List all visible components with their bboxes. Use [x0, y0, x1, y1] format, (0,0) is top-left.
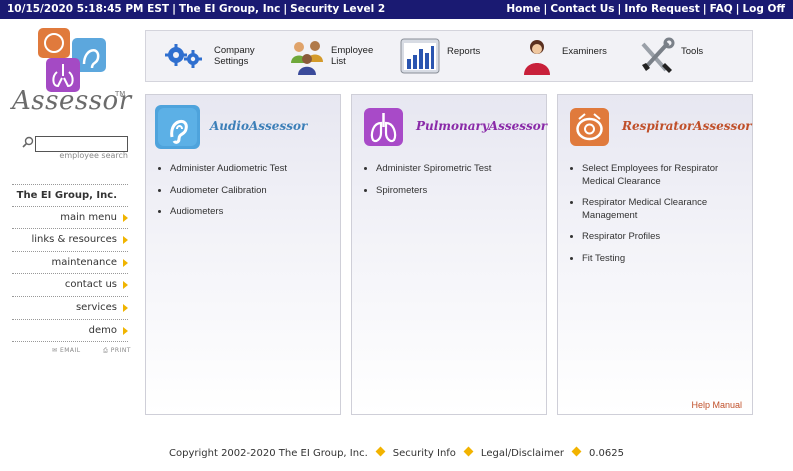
audio-assessor-panel: AudioAssessor Administer Audiometric Tes…	[145, 94, 341, 415]
sidebar-item-label: demo	[88, 324, 117, 336]
security-level: Security Level 2	[290, 3, 386, 15]
list-item[interactable]: Audiometers	[156, 206, 287, 219]
top-links: Home | Contact Us | Info Request | FAQ | Log Off	[506, 3, 785, 15]
bar-chart-icon	[400, 38, 440, 74]
arrow-right-icon	[123, 213, 128, 222]
tool-label: Tools	[681, 46, 704, 57]
contact-us-link[interactable]: Contact Us	[550, 3, 614, 15]
audio-assessor-title[interactable]: AudioAssessor	[210, 119, 307, 133]
sidebar-item-label: services	[75, 301, 117, 313]
copyright-text: Copyright 2002-2020 The EI Group, Inc.	[169, 448, 368, 459]
arrow-right-icon	[123, 326, 128, 335]
arrow-right-icon	[123, 303, 128, 312]
company-name: The EI Group, Inc	[178, 3, 281, 15]
sidebar-item-main-menu[interactable]: main menu	[12, 207, 128, 230]
employee-list-button[interactable]: Employee List	[288, 31, 383, 81]
list-item[interactable]: Select Employees for Respirator Medical …	[568, 163, 748, 188]
list-item[interactable]: Spirometers	[362, 185, 491, 198]
log-off-link[interactable]: Log Off	[742, 3, 785, 15]
audio-assessor-list: Administer Audiometric Test Audiometer C…	[156, 163, 287, 228]
tool-label: Company	[214, 45, 255, 56]
datetime: 10/15/2020 5:18:45 PM EST	[7, 3, 170, 15]
logo-trademark: TM	[115, 90, 126, 98]
list-item[interactable]: Administer Spirometric Test	[362, 163, 491, 176]
sidebar-item-label: The EI Group, Inc.	[16, 190, 117, 201]
arrow-right-icon	[123, 236, 128, 245]
tools-icon	[641, 37, 675, 73]
tool-label: Settings	[214, 56, 249, 67]
pulmonary-assessor-panel: PulmonaryAssessor Administer Spirometric…	[351, 94, 547, 415]
sidebar-item-label: links & resources	[31, 234, 117, 246]
email-link[interactable]: ✉ EMAIL	[52, 347, 91, 354]
main-toolbar: Company Settings Employee List Reports Exa…	[145, 30, 753, 82]
print-link[interactable]: ⎙ PRINT	[103, 347, 141, 354]
tool-label: Examiners	[562, 46, 607, 57]
email-label: EMAIL	[59, 347, 81, 354]
respirator-mask-icon[interactable]	[567, 105, 612, 149]
tools-button[interactable]: Tools	[638, 31, 733, 81]
respirator-assessor-list: Select Employees for Respirator Medical …	[568, 163, 748, 274]
sidebar-item-label: contact us	[64, 279, 117, 291]
list-item[interactable]: Administer Audiometric Test	[156, 163, 287, 176]
version-text: 0.0625	[588, 448, 624, 459]
sidebar-item-company[interactable]: The EI Group, Inc.	[12, 184, 128, 207]
respirator-assessor-title[interactable]: RespiratorAssessor	[622, 119, 752, 133]
sidebar-item-services[interactable]: services	[12, 297, 128, 320]
top-bar: 10/15/2020 5:18:45 PM EST | The EI Group, …	[0, 0, 793, 19]
respirator-assessor-panel: RespiratorAssessor Select Employees for …	[557, 94, 753, 415]
search-caption: employee search	[59, 151, 128, 160]
list-item[interactable]: Respirator Medical Clearance Management	[568, 197, 748, 222]
tool-label: Reports	[447, 46, 481, 57]
session-info: 10/15/2020 5:18:45 PM EST | The EI Group, …	[7, 3, 386, 15]
logo-wordmark: Assessor	[12, 86, 132, 116]
print-label: PRINT	[110, 347, 131, 354]
search-icon[interactable]	[22, 136, 34, 148]
sidebar-item-label: main menu	[60, 211, 117, 223]
pulmonary-assessor-list: Administer Spirometric Test Spirometers	[362, 163, 491, 206]
sidebar-item-label: maintenance	[51, 256, 117, 268]
people-icon	[291, 41, 323, 75]
legal-disclaimer-link[interactable]: Legal/Disclaimer	[481, 448, 564, 459]
pulmonary-assessor-title[interactable]: PulmonaryAssessor	[416, 119, 547, 133]
examiners-button[interactable]: Examiners	[519, 31, 614, 81]
sidebar-nav: The EI Group, Inc. main menu links & res…	[12, 184, 128, 343]
list-item[interactable]: Fit Testing	[568, 253, 748, 266]
faq-link[interactable]: FAQ	[710, 3, 733, 15]
list-item[interactable]: Respirator Profiles	[568, 231, 748, 244]
ear-icon[interactable]	[155, 105, 200, 149]
arrow-right-icon	[123, 281, 128, 290]
list-item[interactable]: Audiometer Calibration	[156, 185, 287, 198]
lungs-icon[interactable]	[361, 105, 406, 149]
tool-label: List	[331, 56, 346, 67]
sidebar-item-demo[interactable]: demo	[12, 320, 128, 343]
examiner-icon	[524, 40, 550, 75]
arrow-right-icon	[123, 258, 128, 267]
tool-label: Employee	[331, 45, 374, 56]
sidebar-item-contact-us[interactable]: contact us	[12, 274, 128, 297]
reports-button[interactable]: Reports	[400, 31, 495, 81]
info-request-link[interactable]: Info Request	[624, 3, 699, 15]
utility-links: ✉ EMAIL ⎙ PRINT	[52, 347, 151, 355]
security-info-link[interactable]: Security Info	[393, 448, 456, 459]
diamond-icon	[571, 446, 582, 457]
company-settings-button[interactable]: Company Settings	[164, 31, 274, 81]
home-link[interactable]: Home	[506, 3, 540, 15]
sidebar-item-maintenance[interactable]: maintenance	[12, 252, 128, 275]
diamond-icon	[375, 446, 386, 457]
help-manual-link[interactable]: Help Manual	[691, 400, 742, 410]
footer: Copyright 2002-2020 The EI Group, Inc. Se…	[0, 446, 793, 459]
diamond-icon	[463, 446, 474, 457]
sidebar-item-links-resources[interactable]: links & resources	[12, 229, 128, 252]
gears-icon	[165, 44, 202, 68]
search-input[interactable]	[35, 136, 128, 152]
